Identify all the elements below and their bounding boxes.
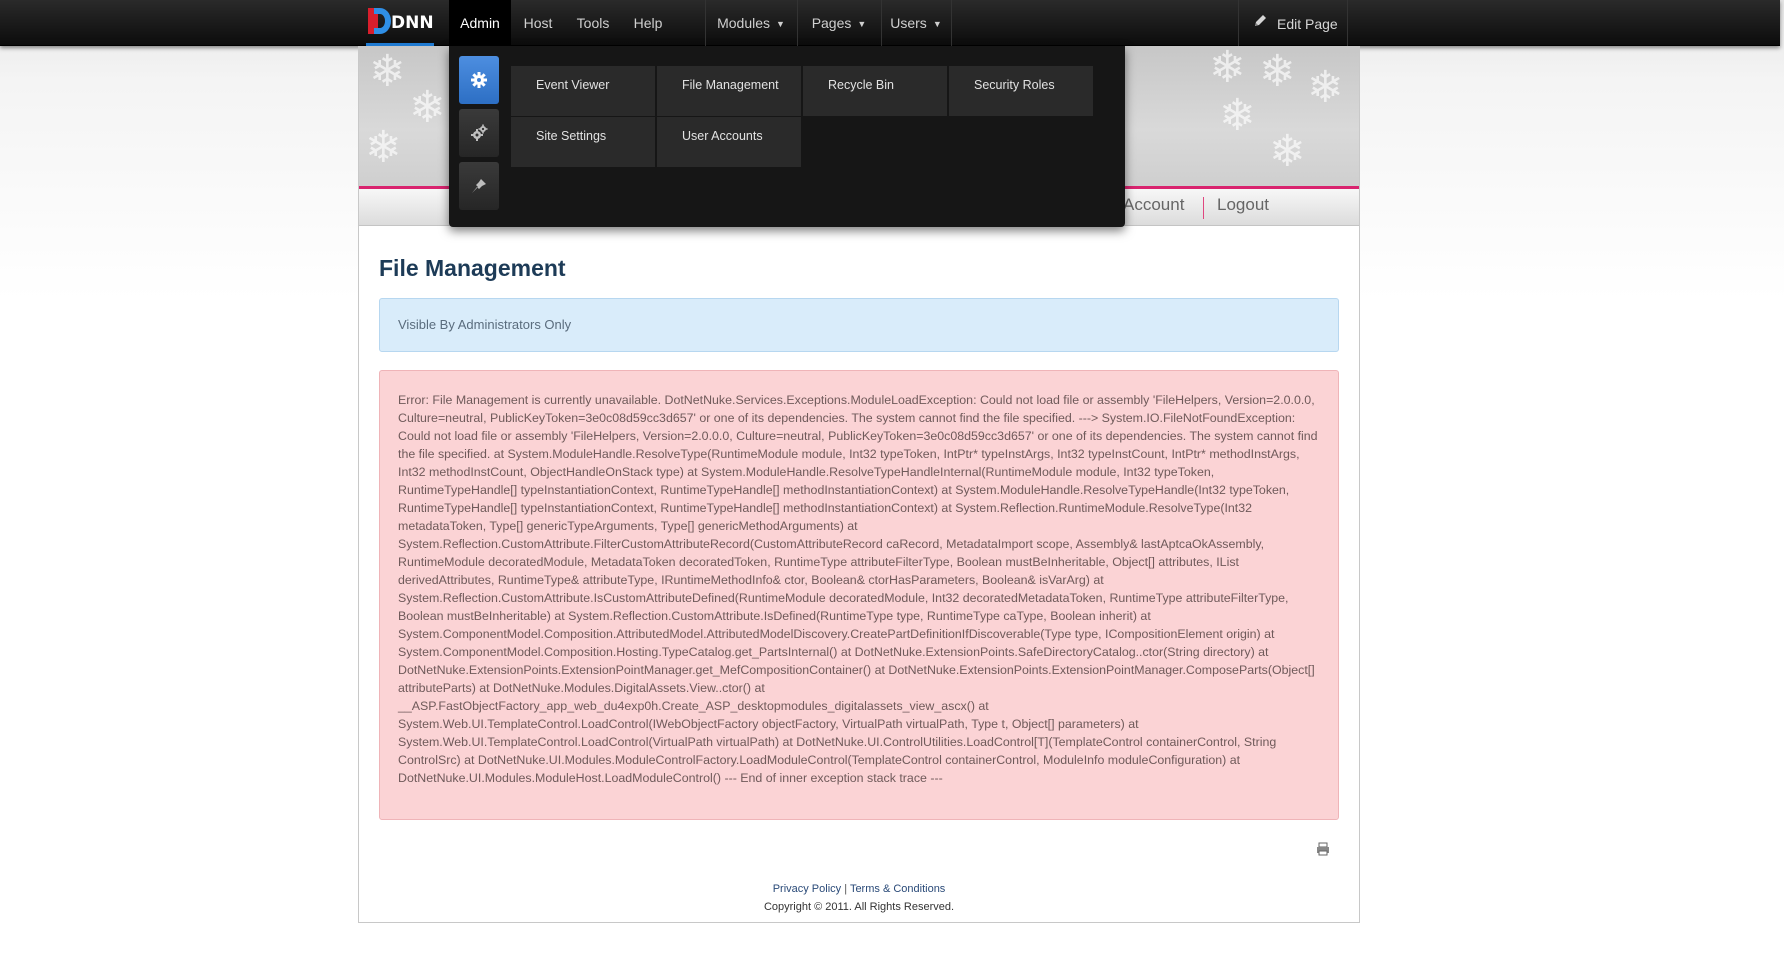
dnn-logo[interactable]: DNN [366,6,434,46]
footer-separator: | [844,883,848,895]
caret-down-icon: ▼ [776,19,785,29]
nav-tools-label: Tools [576,15,610,31]
account-link[interactable]: Account [1123,195,1184,215]
print-icon[interactable] [1316,842,1330,861]
copyright: Copyright © 2011. All Rights Reserved. [763,901,955,913]
caret-down-icon: ▼ [857,19,867,29]
nav-pages[interactable]: Pages ▼ [798,0,880,46]
snowflake-decoration: ❄ [409,82,446,133]
page-title: File Management [379,255,566,281]
control-bar: DNN Admin Host Tools Help Modules ▼ Pages… [0,0,1780,46]
snowflake-decoration: ❄ [1269,126,1306,177]
footer-links: Privacy Policy | Terms & Conditions [359,883,1359,895]
privacy-policy-link[interactable]: Privacy Policy [773,883,841,895]
dnn-logo-mark: DNN [368,8,434,34]
edit-page-button[interactable]: Edit Page [1238,0,1348,46]
snowflake-decoration: ❄ [1307,62,1344,113]
snowflake-decoration: ❄ [365,122,402,173]
nav-help-label: Help [633,15,663,31]
nav-modules-label: Modules [717,15,770,31]
visibility-notice: Visible By Administrators Only [379,298,1339,352]
menu-item-recycle-bin[interactable]: Recycle Bin [803,66,947,116]
nav-host-label: Host [523,15,553,31]
menu-item-label: Event Viewer [536,78,610,92]
menu-item-label: User Accounts [682,129,763,143]
snowflake-decoration: ❄ [1259,46,1296,97]
nav-help[interactable]: Help [623,0,673,46]
nav-users-label: Users [890,15,927,31]
menu-item-label: Site Settings [536,129,607,143]
menu-item-label: File Management [682,78,779,92]
logo-text: DNN [391,13,434,33]
nav-host[interactable]: Host [513,0,563,46]
menu-item-label: Security Roles [974,78,1055,92]
nav-tools[interactable]: Tools [568,0,618,46]
menu-item-file-management[interactable]: File Management [657,66,801,116]
nav-modules[interactable]: Modules ▼ [706,0,796,46]
link-separator [1203,197,1204,219]
menu-item-site-settings[interactable]: Site Settings [511,117,655,167]
menu-item-event-viewer[interactable]: Event Viewer [511,66,655,116]
nav-separator [951,0,952,46]
admin-category-basic[interactable] [459,56,499,104]
logout-link[interactable]: Logout [1217,195,1269,215]
error-message: Error: File Management is currently unav… [379,370,1339,820]
admin-category-advanced[interactable] [459,109,499,157]
admin-dropdown-menu: Event Viewer File Management Recycle Bin… [449,46,1125,227]
edit-page-label: Edit Page [1277,16,1338,32]
caret-down-icon: ▼ [932,19,942,29]
menu-item-security-roles[interactable]: Security Roles [949,66,1093,116]
menu-item-label: Recycle Bin [828,78,894,92]
nav-users[interactable]: Users ▼ [882,0,950,46]
nav-admin[interactable]: Admin [449,0,511,46]
snowflake-decoration: ❄ [1209,46,1246,93]
menu-item-user-accounts[interactable]: User Accounts [657,117,801,167]
terms-link[interactable]: Terms & Conditions [850,883,945,895]
snowflake-decoration: ❄ [369,46,406,97]
admin-category-pinned[interactable] [459,162,499,210]
pencil-icon [1253,0,1267,48]
snowflake-decoration: ❄ [1219,90,1256,141]
nav-admin-label: Admin [460,15,500,31]
nav-pages-label: Pages [811,15,852,31]
